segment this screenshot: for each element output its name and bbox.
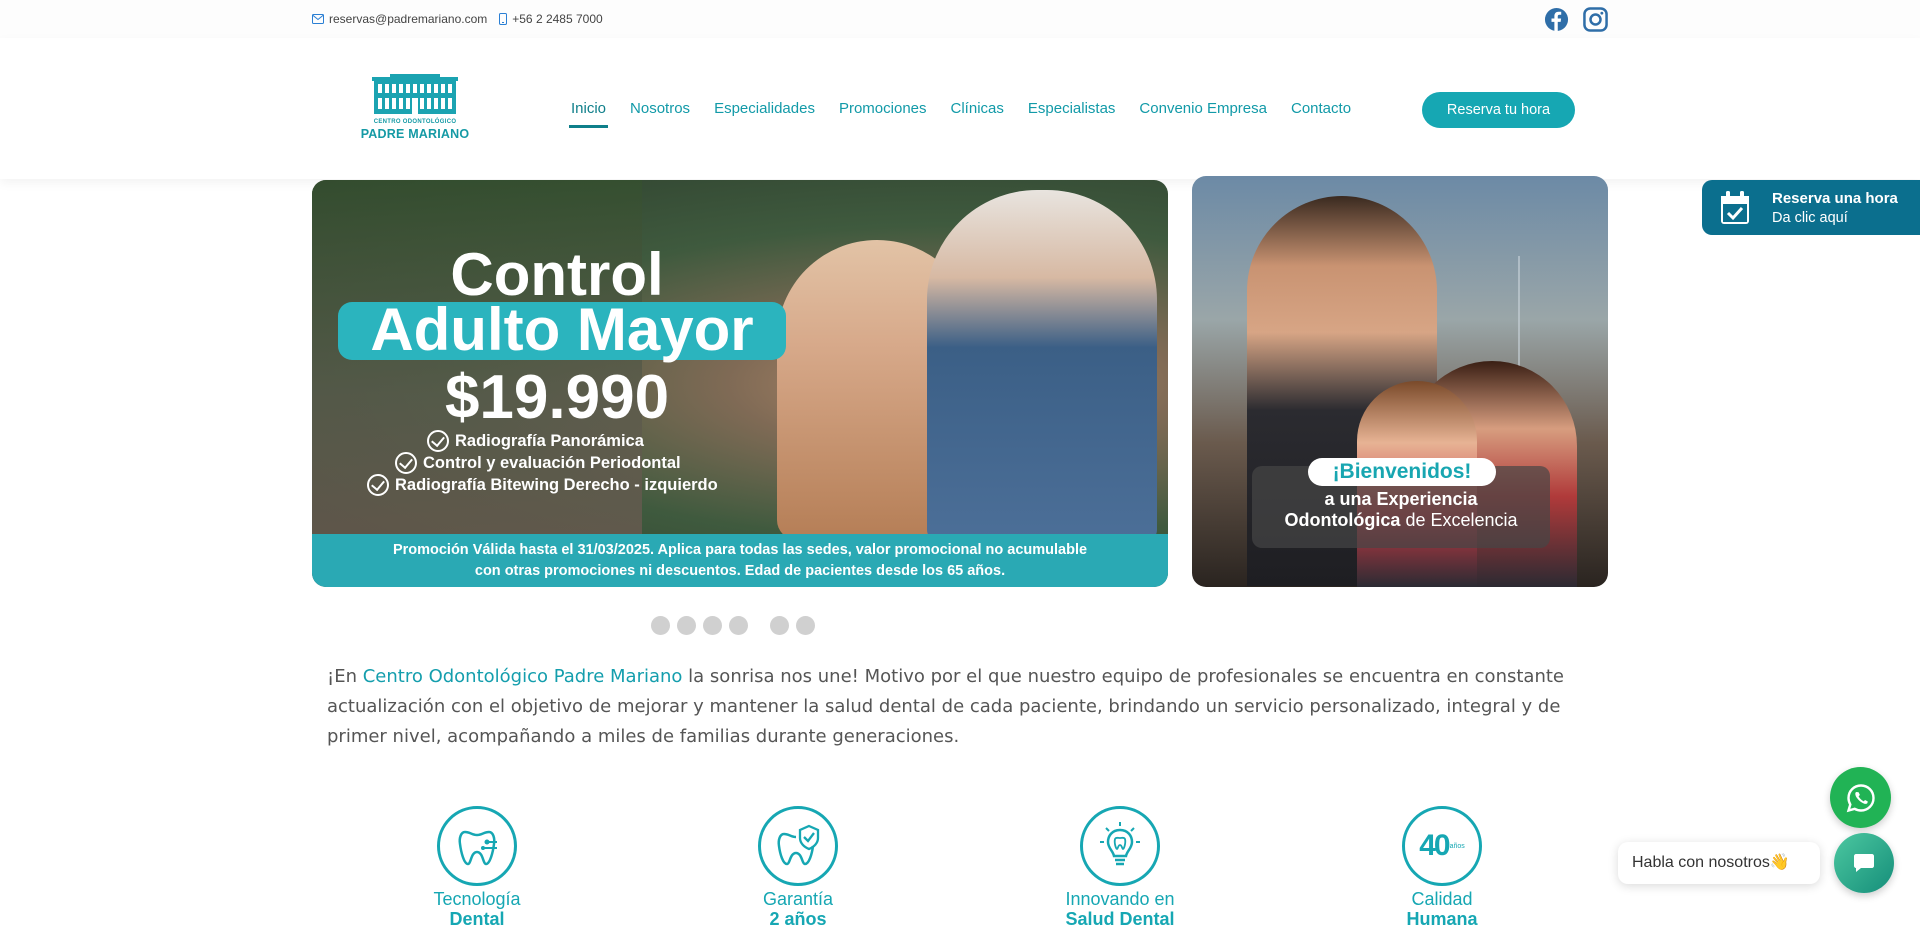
promo-slide[interactable]: Control Adulto Mayor $19.990 Radiografía…: [312, 180, 1168, 587]
logo-line2: PADRE MARIANO: [360, 127, 470, 141]
intro-highlight[interactable]: Centro Odontológico Padre Mariano: [363, 666, 683, 687]
welcome-line2: Odontológica de Excelencia: [1252, 510, 1550, 531]
chat-icon: [1854, 854, 1874, 872]
nav-item-clinicas[interactable]: Clínicas: [951, 100, 1004, 128]
carousel-dot[interactable]: [770, 616, 789, 635]
check-label: Radiografía Bitewing Derecho - izquierdo: [395, 475, 718, 494]
check-circle-icon: [367, 474, 389, 496]
nav-item-promociones[interactable]: Promociones: [839, 100, 927, 128]
whatsapp-button[interactable]: [1830, 767, 1891, 828]
check-item: Control y evaluación Periodontal: [395, 452, 718, 474]
photo-man: [927, 190, 1157, 540]
nav-item-contacto[interactable]: Contacto: [1291, 100, 1351, 128]
feature-subtitle: Humana: [1406, 909, 1478, 929]
carousel-dots: [651, 616, 815, 635]
promo-checklist: Radiografía Panorámica Control y evaluac…: [367, 430, 718, 496]
reserve-button[interactable]: Reserva tu hora: [1422, 92, 1575, 128]
carousel-dot[interactable]: [703, 616, 722, 635]
main-header: CENTRO ODONTOLÓGICO PADRE MARIANO Inicio…: [0, 38, 1920, 179]
promo-footer-band: Promoción Válida hasta el 31/03/2025. Ap…: [312, 534, 1168, 587]
nav-item-nosotros[interactable]: Nosotros: [630, 100, 690, 128]
promo-title-line2: Adulto Mayor: [370, 296, 754, 363]
feature-innovando: Innovando en Salud Dental: [1030, 806, 1210, 929]
promo-price: $19.990: [444, 363, 670, 432]
nav-item-especialistas[interactable]: Especialistas: [1028, 100, 1116, 128]
top-bar: reservas@padremariano.com +56 2 2485 700…: [0, 0, 1920, 38]
nav-item-especialidades[interactable]: Especialidades: [714, 100, 815, 128]
welcome-line2-rest: de Excelencia: [1400, 510, 1518, 530]
feature-title: Tecnología: [433, 889, 521, 909]
intro-paragraph: ¡En Centro Odontológico Padre Mariano la…: [327, 662, 1595, 752]
check-label: Radiografía Panorámica: [455, 431, 644, 450]
chat-invite-bubble[interactable]: Habla con nosotros👋: [1618, 842, 1820, 884]
email-text: reservas@padremariano.com: [329, 12, 488, 26]
wave-emoji: 👋: [1769, 854, 1790, 871]
floating-reserve-tab[interactable]: Reserva una hora Da clic aquí: [1702, 180, 1920, 235]
nav-item-inicio[interactable]: Inicio: [568, 100, 609, 128]
carousel-dot[interactable]: [796, 616, 815, 635]
mail-icon: [312, 14, 324, 24]
contact-info: reservas@padremariano.com +56 2 2485 700…: [312, 12, 603, 26]
forty-years-icon: 40 años: [1402, 806, 1482, 886]
social-links: [1544, 7, 1608, 32]
check-circle-icon: [395, 452, 417, 474]
carousel-dot[interactable]: [651, 616, 670, 635]
check-label: Control y evaluación Periodontal: [423, 453, 681, 472]
logo[interactable]: CENTRO ODONTOLÓGICO PADRE MARIANO: [358, 74, 472, 142]
main-nav: Inicio Nosotros Especialidades Promocion…: [568, 100, 1375, 128]
nav-item-convenio-empresa[interactable]: Convenio Empresa: [1139, 100, 1267, 128]
feature-title: Innovando en: [1065, 889, 1175, 909]
feature-title: Calidad: [1411, 889, 1473, 909]
check-item: Radiografía Panorámica: [427, 430, 718, 452]
feature-subtitle: Salud Dental: [1065, 909, 1175, 929]
floating-reserve-subtitle: Da clic aquí: [1772, 210, 1848, 226]
welcome-badge: ¡Bienvenidos!: [1308, 458, 1496, 486]
carousel-dot[interactable]: [677, 616, 696, 635]
tooth-tech-icon: [437, 806, 517, 886]
lightbulb-tooth-icon: [1080, 806, 1160, 886]
feature-tecnologia: Tecnología Dental: [387, 806, 567, 929]
promo-footer-line1: Promoción Válida hasta el 31/03/2025. Ap…: [392, 542, 1088, 558]
chat-invite-text: Habla con nosotros: [1632, 854, 1770, 871]
feature-subtitle: Dental: [449, 909, 505, 929]
welcome-line2-bold: Odontológica: [1284, 510, 1401, 530]
instagram-icon[interactable]: [1583, 7, 1608, 32]
facebook-icon[interactable]: [1544, 7, 1569, 32]
welcome-line1: a una Experiencia: [1324, 489, 1478, 509]
feature-calidad: 40 años Calidad Humana: [1352, 806, 1532, 929]
building-logo-icon: [372, 74, 458, 114]
email-link[interactable]: reservas@padremariano.com: [312, 12, 487, 26]
promo-footer-line2: con otras promociones ni descuentos. Eda…: [474, 563, 1006, 579]
whatsapp-icon: [1846, 783, 1875, 812]
intro-prefix: ¡En: [327, 666, 363, 687]
floating-reserve-title: Reserva una hora: [1772, 190, 1898, 207]
chat-button[interactable]: [1834, 833, 1894, 893]
phone-icon: [499, 13, 508, 25]
logo-line1: CENTRO ODONTOLÓGICO: [373, 119, 457, 125]
forty-sub: años: [1449, 842, 1465, 850]
feature-garantia: Garantía 2 años: [708, 806, 888, 929]
tooth-check-icon: [758, 806, 838, 886]
carousel-dot[interactable]: [729, 616, 748, 635]
phone-text: +56 2 2485 7000: [512, 12, 603, 26]
phone-link[interactable]: +56 2 2485 7000: [499, 12, 603, 26]
feature-title: Garantía: [762, 889, 834, 909]
check-circle-icon: [427, 430, 449, 452]
check-item: Radiografía Bitewing Derecho - izquierdo: [367, 474, 718, 496]
forty-number: 40: [1419, 829, 1450, 862]
calendar-check-icon: [1721, 191, 1749, 224]
feature-subtitle: 2 años: [769, 909, 827, 929]
welcome-slide[interactable]: ¡Bienvenidos! a una Experiencia Odontoló…: [1192, 176, 1608, 587]
